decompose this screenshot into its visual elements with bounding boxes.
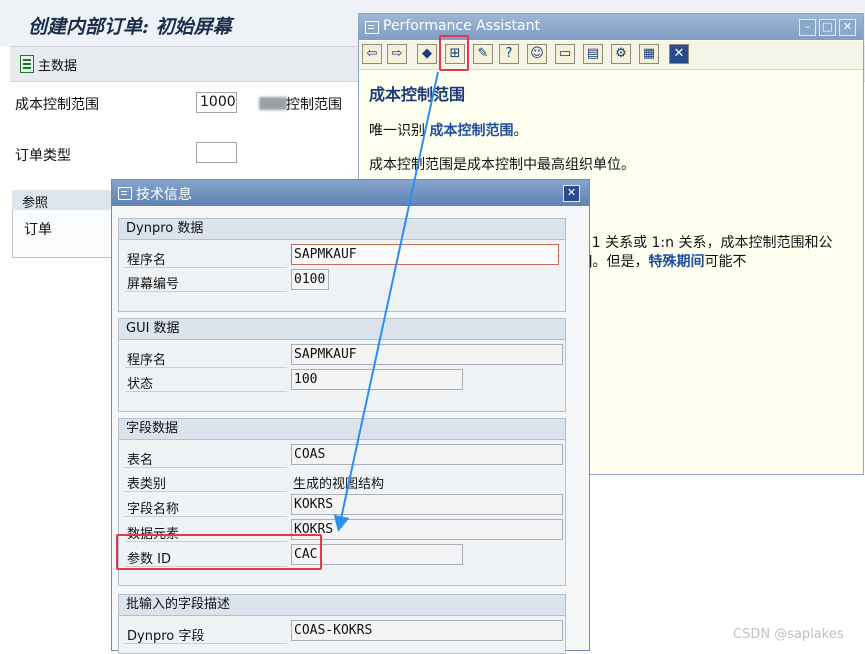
table-name-label: 表名: [127, 453, 154, 468]
help-icon[interactable]: ?: [499, 44, 519, 64]
master-data-button[interactable]: 主数据: [20, 53, 77, 75]
watermark: CSDN @saplakes: [733, 627, 844, 642]
technical-info-dialog: 技术信息 ✕ Dynpro 数据 程序名 SAPMKAUF 屏幕编号 0100 …: [111, 179, 590, 654]
row-line: [125, 467, 287, 468]
row-line: [125, 291, 287, 292]
data-element-field[interactable]: KOKRS: [291, 519, 563, 540]
blurred-text: [259, 97, 287, 110]
window-list-icon[interactable]: ▦: [639, 44, 659, 64]
print-icon[interactable]: ▤: [583, 44, 603, 64]
screen-number-field[interactable]: 0100: [291, 269, 329, 290]
row-line: [125, 491, 287, 492]
ti-title: 技术信息: [136, 187, 192, 203]
ti-title-bar[interactable]: 技术信息 ✕: [112, 180, 589, 206]
minimize-icon[interactable]: –: [799, 19, 816, 36]
co-area-field[interactable]: 1000: [196, 92, 237, 113]
group-header: GUI 数据: [119, 319, 565, 340]
pa-paragraph-2: 成本控制范围是成本控制中最高组织单位。: [369, 157, 635, 173]
reference-label: 参照: [22, 196, 49, 211]
row-line: [125, 516, 287, 517]
close-icon[interactable]: ✕: [839, 19, 856, 36]
row-line: [125, 367, 287, 368]
order-type-field[interactable]: [196, 142, 237, 163]
gui-data-group: GUI 数据 程序名 SAPMKAUF 状态 100: [118, 318, 566, 412]
group-header: 批输入的字段描述: [119, 595, 565, 616]
link-icon[interactable]: ▭: [555, 44, 575, 64]
close-icon[interactable]: ✕: [563, 185, 580, 202]
forward-icon[interactable]: ⇨: [387, 44, 407, 64]
group-header: 字段数据: [119, 419, 565, 440]
pa-paragraph-3: :1 关系或 1:n 关系，成本控制范围和公: [587, 235, 833, 251]
co-area-label: 成本控制范围: [15, 97, 99, 113]
group-header: Dynpro 数据: [119, 219, 565, 240]
row-line: [125, 267, 287, 268]
table-type-value: 生成的视图结构: [293, 477, 385, 492]
master-data-icon: [20, 55, 34, 73]
users-icon[interactable]: ☺: [527, 44, 547, 64]
pa-text: 唯一识别: [369, 123, 430, 139]
pa-heading: 成本控制范围: [369, 85, 466, 104]
gui-program-label: 程序名: [127, 353, 167, 368]
pa-paragraph-4: ]。但是，特殊期间可能不: [587, 251, 746, 271]
parameter-id-highlight: [116, 534, 322, 570]
co-area-link[interactable]: 成本控制范围: [429, 123, 513, 139]
table-type-label: 表类别: [127, 477, 167, 492]
table-name-field[interactable]: COAS: [291, 444, 563, 465]
dynpro-field-field[interactable]: COAS-KOKRS: [291, 620, 563, 641]
program-name-label: 程序名: [127, 253, 167, 268]
dynpro-field-label: Dynpro 字段: [127, 629, 205, 644]
order-type-label: 订单类型: [15, 148, 71, 164]
pa-title: Performance Assistant: [383, 18, 540, 34]
pa-text: 可能不: [704, 254, 747, 270]
field-name-label: 字段名称: [127, 502, 180, 517]
maximize-icon[interactable]: □: [819, 19, 836, 36]
close-icon[interactable]: ✕: [669, 44, 689, 64]
window-icon: [365, 21, 379, 34]
screen-number-label: 屏幕编号: [127, 277, 180, 292]
gui-program-field[interactable]: SAPMKAUF: [291, 344, 563, 365]
field-name-field[interactable]: KOKRS: [291, 494, 563, 515]
batch-input-group: 批输入的字段描述 Dynpro 字段 COAS-KOKRS: [118, 594, 566, 654]
co-area-text: 控制范围: [286, 97, 342, 113]
book-icon[interactable]: ◆: [417, 44, 437, 64]
row-line: [125, 391, 287, 392]
gui-status-field[interactable]: 100: [291, 369, 463, 390]
settings-icon[interactable]: ⚙: [611, 44, 631, 64]
master-data-label: 主数据: [38, 58, 78, 74]
dynpro-data-group: Dynpro 数据 程序名 SAPMKAUF 屏幕编号 0100: [118, 218, 566, 312]
window-icon: [118, 187, 132, 200]
technical-info-highlight: [439, 35, 469, 71]
special-period-link[interactable]: 特殊期间: [648, 254, 704, 270]
program-name-field[interactable]: SAPMKAUF: [291, 244, 559, 265]
edit-icon[interactable]: ✎: [473, 44, 493, 64]
order-label: 订单: [24, 222, 52, 238]
row-line: [125, 643, 287, 644]
pa-toolbar: ⇦ ⇨ ◆ ⊞ ✎ ? ☺ ▭ ▤ ⚙ ▦ ✕: [359, 41, 863, 70]
back-icon[interactable]: ⇦: [362, 44, 382, 64]
pa-paragraph-1: 唯一识别 成本控制范围。: [369, 120, 527, 140]
pa-title-bar[interactable]: Performance Assistant – □ ✕: [359, 14, 863, 40]
pa-text: ]。但是，: [587, 254, 649, 270]
page-title: 创建内部订单: 初始屏幕: [28, 16, 232, 38]
gui-status-label: 状态: [127, 377, 154, 392]
pa-text: 。: [513, 123, 528, 139]
